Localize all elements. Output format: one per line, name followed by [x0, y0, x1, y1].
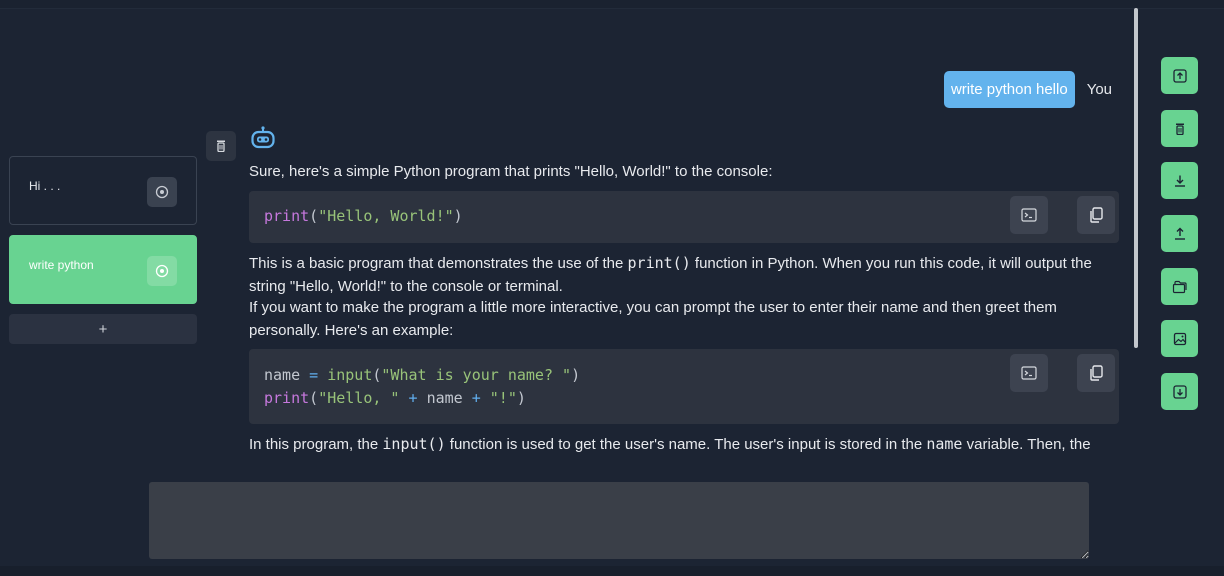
delete-message-button[interactable]: [206, 131, 236, 161]
inline-code: name: [926, 435, 963, 453]
text-run: This is a basic program that demonstrate…: [249, 255, 628, 272]
run-code-button[interactable]: [1010, 196, 1048, 234]
inline-code: print(): [627, 254, 691, 272]
conversation-open-button[interactable]: [147, 256, 177, 286]
folder-button[interactable]: [1161, 268, 1198, 305]
top-border: [0, 0, 1224, 9]
conversation-label: write python: [29, 258, 94, 272]
clear-chat-button[interactable]: [1161, 110, 1198, 147]
copy-icon: [1090, 207, 1103, 223]
conversation-item-write-python[interactable]: write python: [9, 235, 197, 304]
copy-icon: [1090, 365, 1103, 381]
code-line: name = input("What is your name? "): [264, 366, 581, 384]
message-input[interactable]: [149, 482, 1089, 559]
image-button[interactable]: [1161, 320, 1198, 357]
bot-paragraph-3: If you want to make the program a little…: [249, 299, 1057, 339]
user-name-label: You: [1086, 81, 1112, 98]
image-icon: [1173, 332, 1186, 345]
trash-icon: [1175, 123, 1184, 135]
target-icon: [155, 185, 169, 199]
bot-intro-text: Sure, here's a simple Python program tha…: [249, 163, 773, 180]
bot-paragraph-4: In this program, the input() function is…: [249, 433, 1119, 457]
copy-code-button[interactable]: [1077, 354, 1115, 392]
bot-paragraph-2: This is a basic program that demonstrate…: [249, 252, 1119, 298]
terminal-icon: [1021, 366, 1037, 380]
code-block-2: name = input("What is your name? ") prin…: [249, 349, 1119, 424]
conversation-label: Hi . . .: [29, 179, 61, 193]
target-icon: [155, 264, 169, 278]
inline-code: input(): [382, 435, 446, 453]
folder-icon: [1172, 280, 1187, 293]
copy-code-button[interactable]: [1077, 196, 1115, 234]
run-code-button[interactable]: [1010, 354, 1048, 392]
bottom-border: [0, 566, 1224, 576]
code-line: print("Hello, World!"): [264, 207, 463, 225]
text-run: variable. Then, the: [962, 436, 1091, 453]
trash-icon: [217, 140, 225, 152]
download-icon: [1174, 175, 1185, 187]
conversation-item-hi[interactable]: Hi . . .: [9, 156, 197, 225]
text-run: function is used to get the user's name.…: [445, 436, 927, 453]
robot-icon: [251, 126, 275, 149]
scroll-top-icon: [1172, 68, 1187, 83]
user-message-bubble: write python hello: [943, 71, 1075, 108]
scroll-bottom-button[interactable]: [1161, 373, 1198, 410]
scroll-bottom-icon: [1172, 384, 1187, 399]
upload-icon: [1174, 227, 1185, 240]
scroll-top-button[interactable]: [1161, 57, 1198, 94]
user-message-row: write python hello You: [943, 71, 1112, 108]
chat-scrollbar[interactable]: [1134, 8, 1138, 348]
download-button[interactable]: [1161, 162, 1198, 199]
terminal-icon: [1021, 208, 1037, 222]
code-line: print("Hello, " + name + "!"): [264, 388, 526, 407]
text-run: In this program, the: [249, 436, 383, 453]
code-block-1: print("Hello, World!"): [249, 191, 1119, 243]
add-conversation-button[interactable]: +: [9, 314, 197, 344]
conversation-open-button[interactable]: [147, 177, 177, 207]
upload-button[interactable]: [1161, 215, 1198, 252]
